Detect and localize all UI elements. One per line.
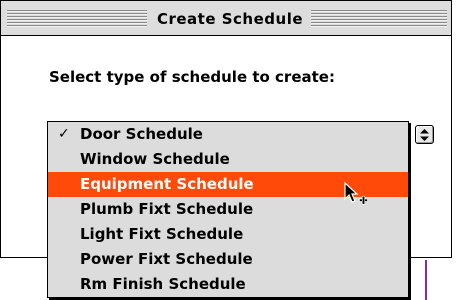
title-bar-stripes-right	[311, 10, 447, 27]
menu-item-label: Plumb Fixt Schedule	[80, 200, 254, 218]
check-mark-icon: ✓	[58, 126, 70, 142]
menu-item-label: Power Fixt Schedule	[80, 250, 253, 268]
menu-item-label: Equipment Schedule	[80, 175, 254, 193]
menu-item-door-schedule[interactable]: ✓ Door Schedule	[48, 122, 408, 147]
title-bar-stripes-left	[7, 10, 147, 27]
menu-item-power-fixt-schedule[interactable]: Power Fixt Schedule	[48, 247, 408, 272]
menu-item-label: Door Schedule	[80, 125, 203, 143]
background-document-line	[425, 260, 427, 300]
menu-item-label: Light Fixt Schedule	[80, 225, 244, 243]
menu-item-light-fixt-schedule[interactable]: Light Fixt Schedule	[48, 222, 408, 247]
schedule-popup-button[interactable]	[415, 125, 434, 144]
dialog-title: Create Schedule	[156, 10, 304, 28]
up-down-arrows-icon	[420, 129, 429, 141]
menu-item-label: Rm Finish Schedule	[80, 275, 246, 293]
title-bar[interactable]: Create Schedule	[1, 1, 451, 36]
menu-item-window-schedule[interactable]: Window Schedule	[48, 147, 408, 172]
menu-item-label: Window Schedule	[80, 150, 230, 168]
schedule-type-prompt: Select type of schedule to create:	[49, 68, 335, 86]
arrow-copy-cursor-icon	[344, 181, 368, 212]
menu-item-rm-finish-schedule[interactable]: Rm Finish Schedule	[48, 272, 408, 297]
